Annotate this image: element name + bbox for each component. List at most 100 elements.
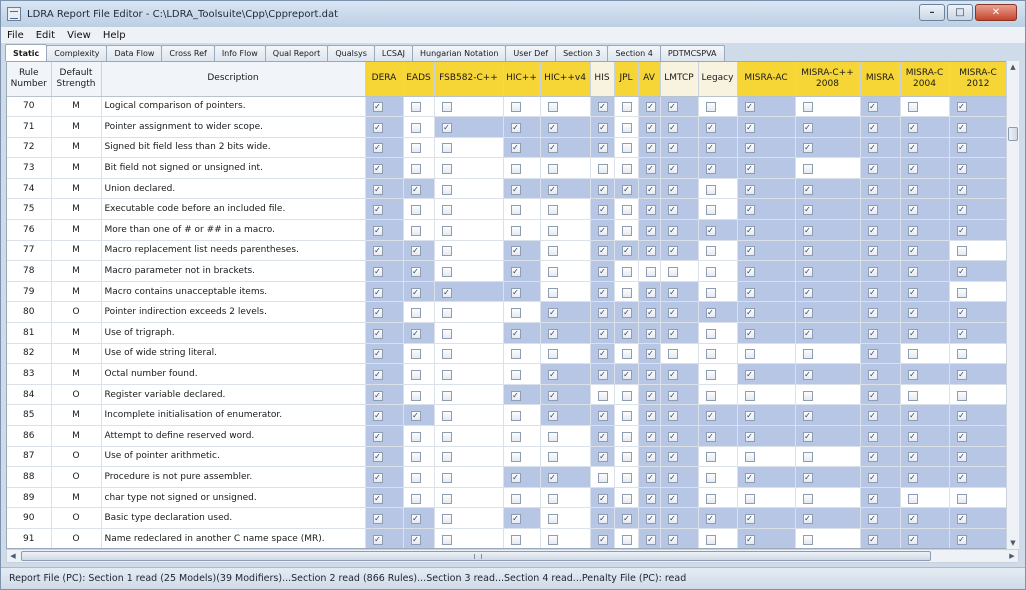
standard-cell-eads[interactable] — [403, 157, 435, 179]
checkbox-checked[interactable]: ✓ — [867, 370, 878, 381]
standard-cell-misra[interactable]: ✓ — [860, 240, 901, 262]
checkbox-checked[interactable]: ✓ — [802, 411, 813, 422]
standard-cell-misra-ac[interactable]: ✓ — [737, 363, 796, 385]
standard-cell-hic-v4[interactable] — [540, 198, 591, 221]
checkbox-unchecked[interactable] — [705, 390, 716, 401]
checkbox-checked[interactable]: ✓ — [597, 143, 608, 154]
checkbox-unchecked[interactable] — [547, 452, 558, 463]
checkbox-checked[interactable]: ✓ — [907, 328, 918, 339]
checkbox-checked[interactable]: ✓ — [744, 267, 755, 278]
standard-cell-jpl[interactable] — [614, 219, 639, 241]
tab-pdtmcspva[interactable]: PDTMCSPVA — [659, 45, 725, 61]
standard-cell-misra[interactable]: ✓ — [860, 322, 901, 344]
checkbox-checked[interactable]: ✓ — [907, 308, 918, 319]
checkbox-unchecked[interactable] — [547, 246, 558, 257]
horizontal-scrollbar[interactable]: ◀ ▶ — [6, 549, 1019, 563]
standard-cell-his[interactable]: ✓ — [590, 96, 615, 118]
checkbox-unchecked[interactable] — [705, 349, 716, 360]
table-row[interactable]: 78 M Macro parameter not in brackets. ✓ ✓ ✓ ✓ ✓… — [7, 260, 1008, 282]
standard-cell-eads[interactable] — [403, 363, 435, 385]
standard-cell-misra-ac[interactable]: ✓ — [737, 281, 796, 303]
standard-cell-misra[interactable]: ✓ — [860, 116, 901, 138]
checkbox-checked[interactable]: ✓ — [956, 431, 967, 442]
checkbox-checked[interactable]: ✓ — [597, 349, 608, 360]
checkbox-checked[interactable]: ✓ — [907, 267, 918, 278]
standard-cell-lmtcp[interactable]: ✓ — [660, 404, 699, 426]
checkbox-checked[interactable]: ✓ — [597, 267, 608, 278]
checkbox-unchecked[interactable] — [441, 493, 452, 504]
standard-cell-legacy[interactable] — [698, 178, 738, 200]
checkbox-unchecked[interactable] — [410, 370, 421, 381]
checkbox-checked[interactable]: ✓ — [547, 308, 558, 319]
standard-cell-misra-c-2008[interactable]: ✓ — [795, 137, 861, 159]
checkbox-checked[interactable]: ✓ — [705, 143, 716, 154]
standard-cell-his[interactable] — [590, 466, 615, 488]
standard-cell-lmtcp[interactable]: ✓ — [660, 363, 699, 385]
checkbox-unchecked[interactable] — [441, 184, 452, 195]
checkbox-checked[interactable]: ✓ — [956, 452, 967, 463]
checkbox-checked[interactable]: ✓ — [645, 534, 656, 545]
standard-cell-misra-c-2012[interactable]: ✓ — [949, 116, 1008, 138]
checkbox-checked[interactable]: ✓ — [410, 534, 421, 545]
checkbox-checked[interactable]: ✓ — [705, 122, 716, 133]
checkbox-checked[interactable]: ✓ — [645, 349, 656, 360]
standard-cell-eads[interactable] — [403, 343, 435, 365]
standard-cell-lmtcp[interactable]: ✓ — [660, 466, 699, 488]
standard-cell-misra[interactable]: ✓ — [860, 425, 901, 447]
standard-cell-misra-ac[interactable]: ✓ — [737, 260, 796, 282]
checkbox-checked[interactable]: ✓ — [867, 390, 878, 401]
standard-cell-hic[interactable] — [503, 425, 541, 447]
standard-cell-av[interactable]: ✓ — [638, 219, 661, 241]
checkbox-checked[interactable]: ✓ — [621, 184, 632, 195]
standard-cell-fsb582-c[interactable] — [434, 322, 504, 344]
standard-cell-fsb582-c[interactable] — [434, 466, 504, 488]
standard-cell-misra-c-2012[interactable]: ✓ — [949, 507, 1008, 529]
checkbox-unchecked[interactable] — [441, 534, 452, 545]
standard-cell-misra-c-2004[interactable]: ✓ — [900, 240, 950, 262]
checkbox-unchecked[interactable] — [510, 205, 521, 216]
checkbox-checked[interactable]: ✓ — [372, 514, 383, 525]
checkbox-unchecked[interactable] — [645, 267, 656, 278]
standard-cell-eads[interactable]: ✓ — [403, 404, 435, 426]
standard-cell-eads[interactable] — [403, 446, 435, 468]
checkbox-unchecked[interactable] — [705, 267, 716, 278]
standard-cell-misra-c-2008[interactable]: ✓ — [795, 301, 861, 324]
standard-cell-dera[interactable]: ✓ — [365, 178, 404, 200]
tab-lcsaj[interactable]: LCSAJ — [373, 45, 413, 61]
standard-cell-his[interactable]: ✓ — [590, 116, 615, 138]
column-header-description[interactable]: Description — [101, 62, 366, 97]
standard-cell-his[interactable]: ✓ — [590, 178, 615, 200]
checkbox-checked[interactable]: ✓ — [744, 164, 755, 175]
tab-section-4[interactable]: Section 4 — [607, 45, 661, 61]
standard-cell-misra-ac[interactable] — [737, 384, 796, 406]
checkbox-checked[interactable]: ✓ — [621, 370, 632, 381]
standard-cell-lmtcp[interactable]: ✓ — [660, 528, 699, 548]
checkbox-checked[interactable]: ✓ — [372, 287, 383, 298]
standard-cell-misra[interactable]: ✓ — [860, 466, 901, 488]
standard-cell-lmtcp[interactable]: ✓ — [660, 425, 699, 447]
checkbox-checked[interactable]: ✓ — [372, 431, 383, 442]
checkbox-unchecked[interactable] — [744, 390, 755, 401]
standard-cell-jpl[interactable] — [614, 404, 639, 426]
checkbox-unchecked[interactable] — [441, 308, 452, 319]
checkbox-checked[interactable]: ✓ — [705, 514, 716, 525]
standard-cell-hic[interactable] — [503, 157, 541, 179]
column-header-misra[interactable]: MISRA — [860, 62, 901, 97]
checkbox-unchecked[interactable] — [907, 349, 918, 360]
standard-cell-misra-ac[interactable] — [737, 446, 796, 468]
checkbox-unchecked[interactable] — [441, 370, 452, 381]
standard-cell-misra-c-2004[interactable] — [900, 96, 950, 118]
checkbox-checked[interactable]: ✓ — [744, 472, 755, 483]
standard-cell-dera[interactable]: ✓ — [365, 137, 404, 159]
standard-cell-his[interactable]: ✓ — [590, 219, 615, 241]
standard-cell-misra-ac[interactable]: ✓ — [737, 219, 796, 241]
standard-cell-hic[interactable]: ✓ — [503, 137, 541, 159]
checkbox-checked[interactable]: ✓ — [372, 102, 383, 113]
standard-cell-dera[interactable]: ✓ — [365, 198, 404, 221]
standard-cell-dera[interactable]: ✓ — [365, 363, 404, 385]
checkbox-checked[interactable]: ✓ — [441, 287, 452, 298]
checkbox-checked[interactable]: ✓ — [667, 122, 678, 133]
checkbox-checked[interactable]: ✓ — [802, 514, 813, 525]
standard-cell-eads[interactable]: ✓ — [403, 322, 435, 344]
standard-cell-misra[interactable]: ✓ — [860, 343, 901, 365]
